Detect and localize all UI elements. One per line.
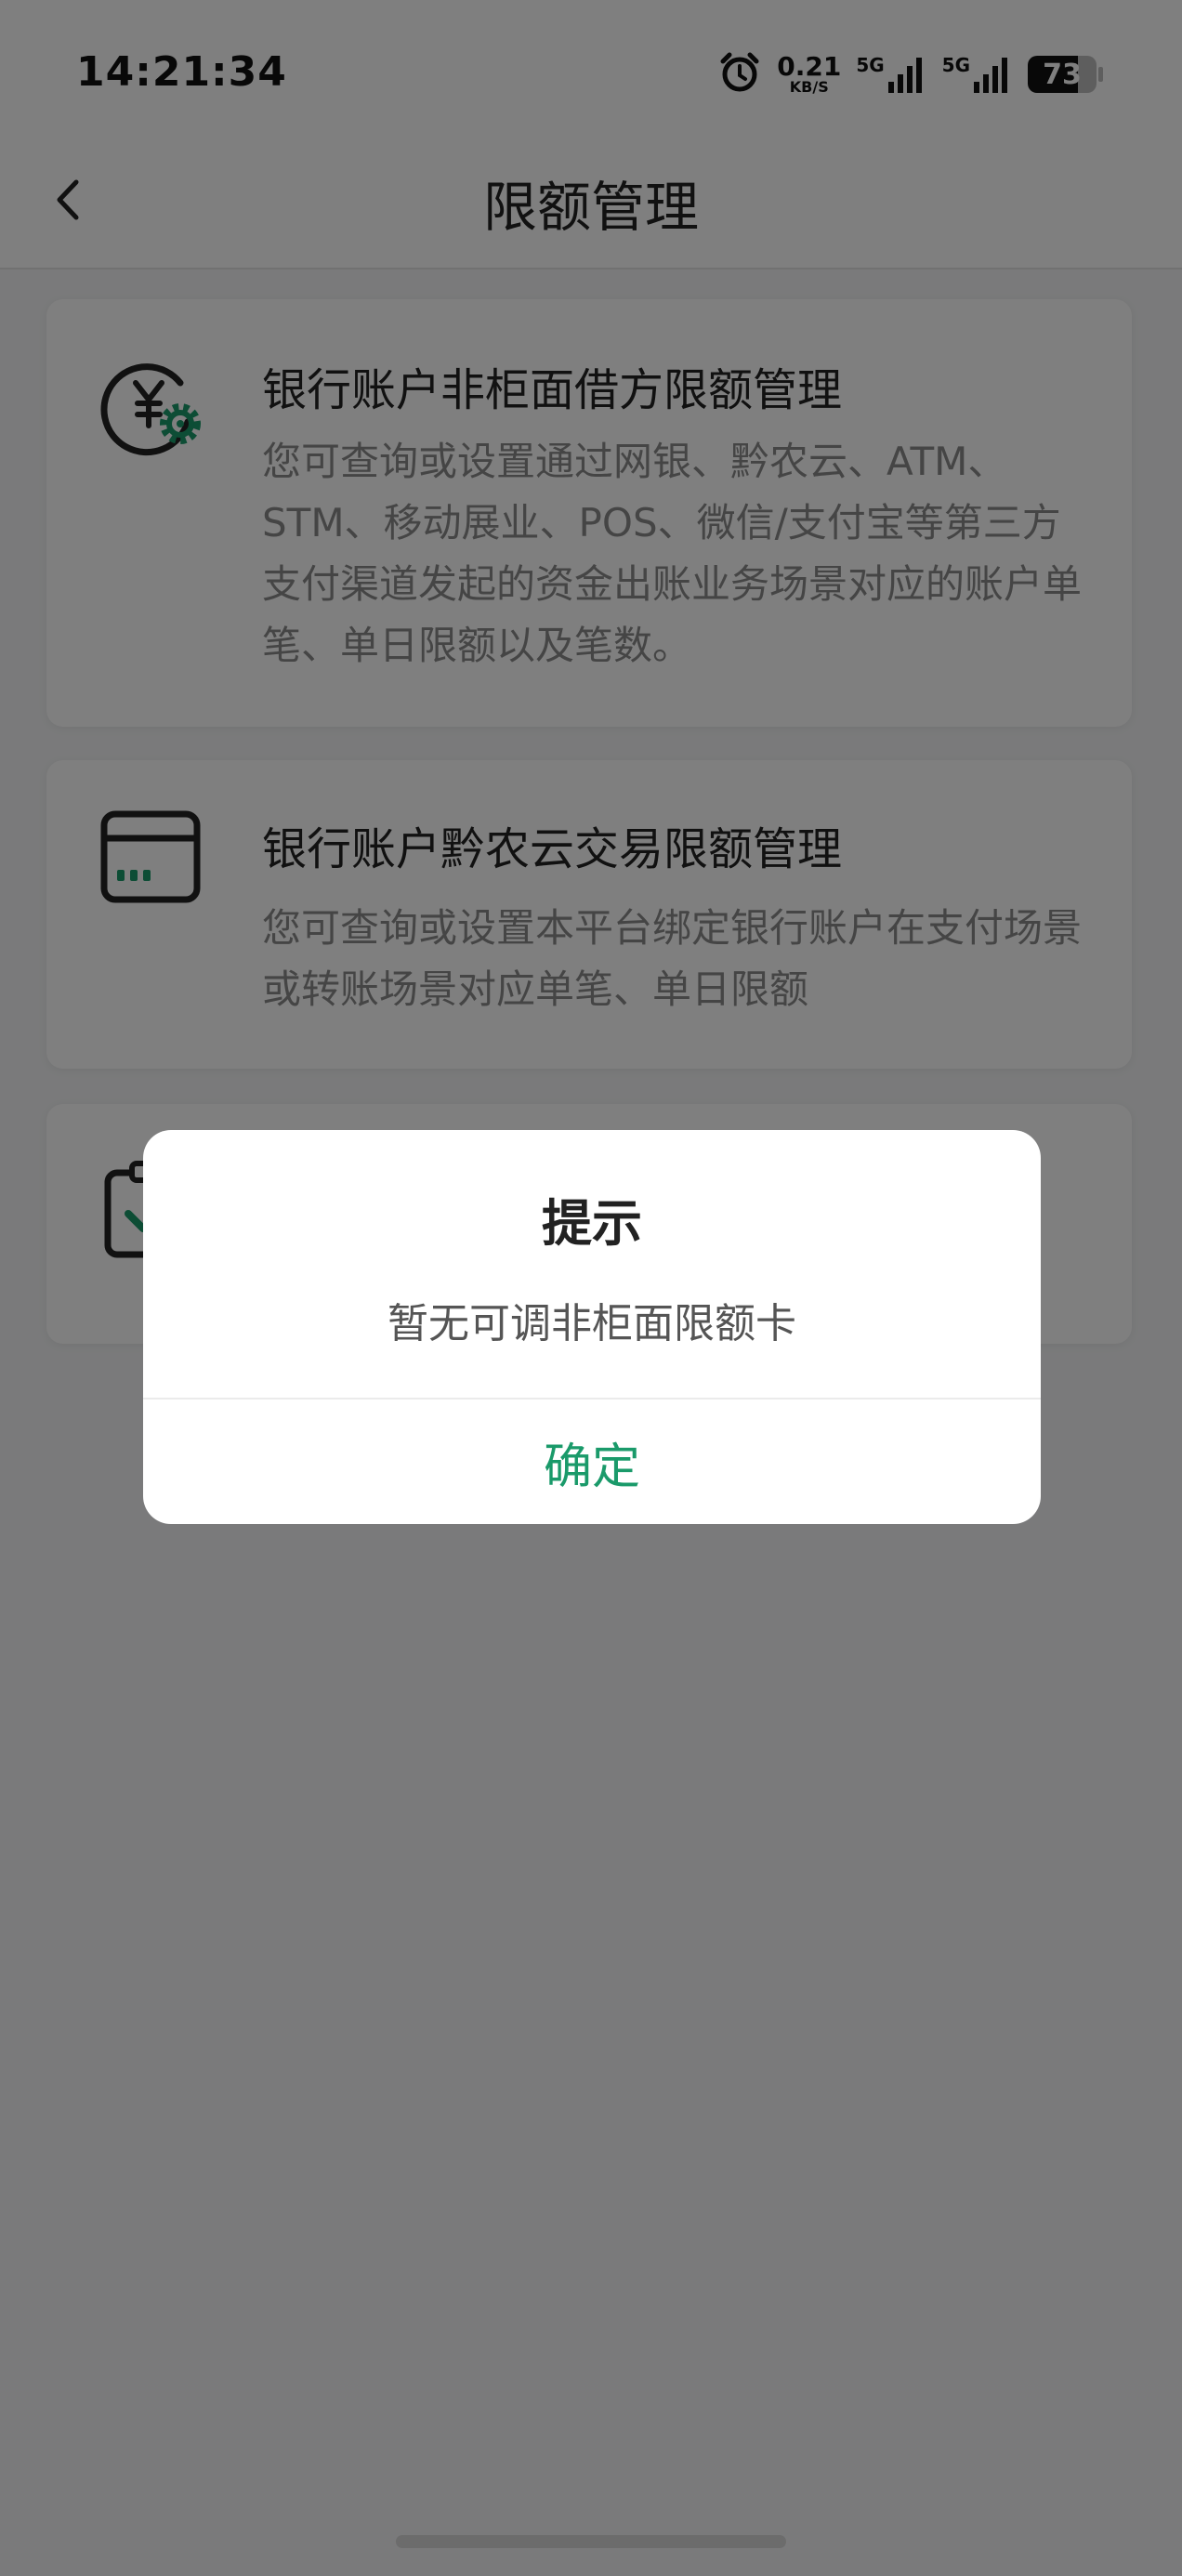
dialog-message: 暂无可调非柜面限额卡 [387,1300,796,1347]
confirm-button[interactable]: 确定 [143,1400,1041,1524]
alert-dialog: 提示 暂无可调非柜面限额卡 确定 [143,1130,1041,1524]
dialog-title: 提示 [542,1194,642,1253]
